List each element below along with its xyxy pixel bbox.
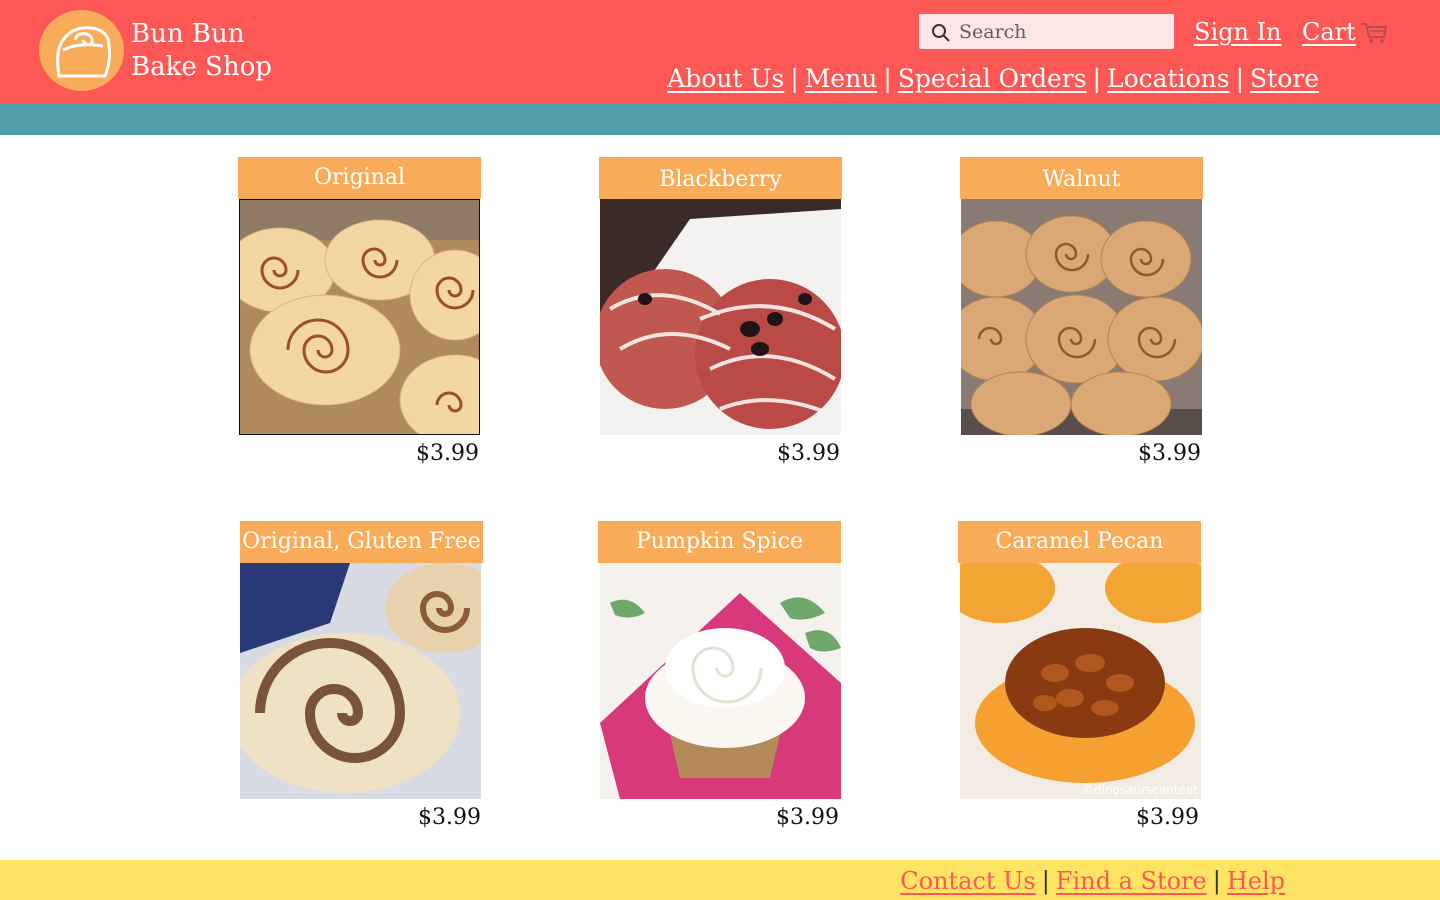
nav-separator: | — [790, 64, 799, 93]
footer-links: Contact Us | Find a Store | Help — [900, 867, 1285, 895]
cart-label: Cart — [1302, 18, 1356, 46]
brand-line-2: Bake Shop — [131, 52, 272, 82]
product-photo-pumpkin-spice[interactable] — [600, 563, 841, 799]
product-price: $3.99 — [1138, 441, 1201, 466]
site-footer: Contact Us | Find a Store | Help — [0, 860, 1440, 900]
product-photo-gluten-free[interactable] — [240, 563, 481, 799]
product-photo-walnut[interactable] — [961, 199, 1202, 435]
nav-separator: | — [1235, 64, 1245, 93]
search-input[interactable] — [959, 14, 1164, 49]
product-name[interactable]: Pumpkin Spice — [598, 521, 841, 563]
product-price: $3.99 — [1136, 805, 1199, 830]
product-name[interactable]: Original — [238, 157, 481, 199]
product-name[interactable]: Original, Gluten Free — [240, 521, 483, 563]
footer-separator: | — [1041, 867, 1050, 895]
nav-separator: | — [883, 64, 892, 93]
brand-line-1: Bun Bun — [131, 19, 245, 49]
nav-menu[interactable]: Menu — [805, 64, 878, 93]
product-name[interactable]: Walnut — [960, 157, 1203, 199]
footer-contact-us[interactable]: Contact Us — [900, 867, 1035, 895]
product-price: $3.99 — [777, 441, 840, 466]
nav-store[interactable]: Store — [1250, 64, 1319, 93]
logo-icon[interactable] — [39, 10, 124, 91]
product-price: $3.99 — [418, 805, 481, 830]
site-header: Bun Bun Bake Shop Sign In Cart About Us|… — [0, 0, 1440, 104]
nav-locations[interactable]: Locations — [1107, 64, 1230, 93]
main-nav: About Us | Menu | Special Orders | Locations | S… — [667, 64, 1319, 93]
product-price: $3.99 — [776, 805, 839, 830]
product-name[interactable]: Blackberry — [599, 157, 842, 199]
photo-watermark: ©dinosaurscanteat — [1082, 783, 1198, 797]
search-box — [919, 14, 1174, 49]
product-photo-caramel-pecan[interactable]: ©dinosaurscanteat — [960, 563, 1201, 799]
nav-about-us[interactable]: About Us — [667, 64, 784, 93]
footer-find-a-store[interactable]: Find a Store — [1056, 867, 1207, 895]
banner-strip — [0, 104, 1440, 135]
cart-link[interactable]: Cart — [1302, 18, 1388, 46]
product-name[interactable]: Caramel Pecan — [958, 521, 1201, 563]
product-photo-blackberry[interactable] — [600, 199, 841, 435]
footer-separator: | — [1212, 867, 1221, 895]
footer-help[interactable]: Help — [1227, 867, 1285, 895]
product-price: $3.99 — [416, 441, 479, 466]
brand-name[interactable]: Bun Bun Bake Shop — [131, 18, 272, 84]
nav-separator: | — [1092, 64, 1101, 93]
cart-icon — [1360, 23, 1388, 43]
product-photo-original[interactable] — [239, 199, 480, 435]
nav-special-orders[interactable]: Special Orders — [898, 64, 1087, 93]
search-icon — [932, 24, 950, 42]
sign-in-link[interactable]: Sign In — [1194, 18, 1282, 46]
